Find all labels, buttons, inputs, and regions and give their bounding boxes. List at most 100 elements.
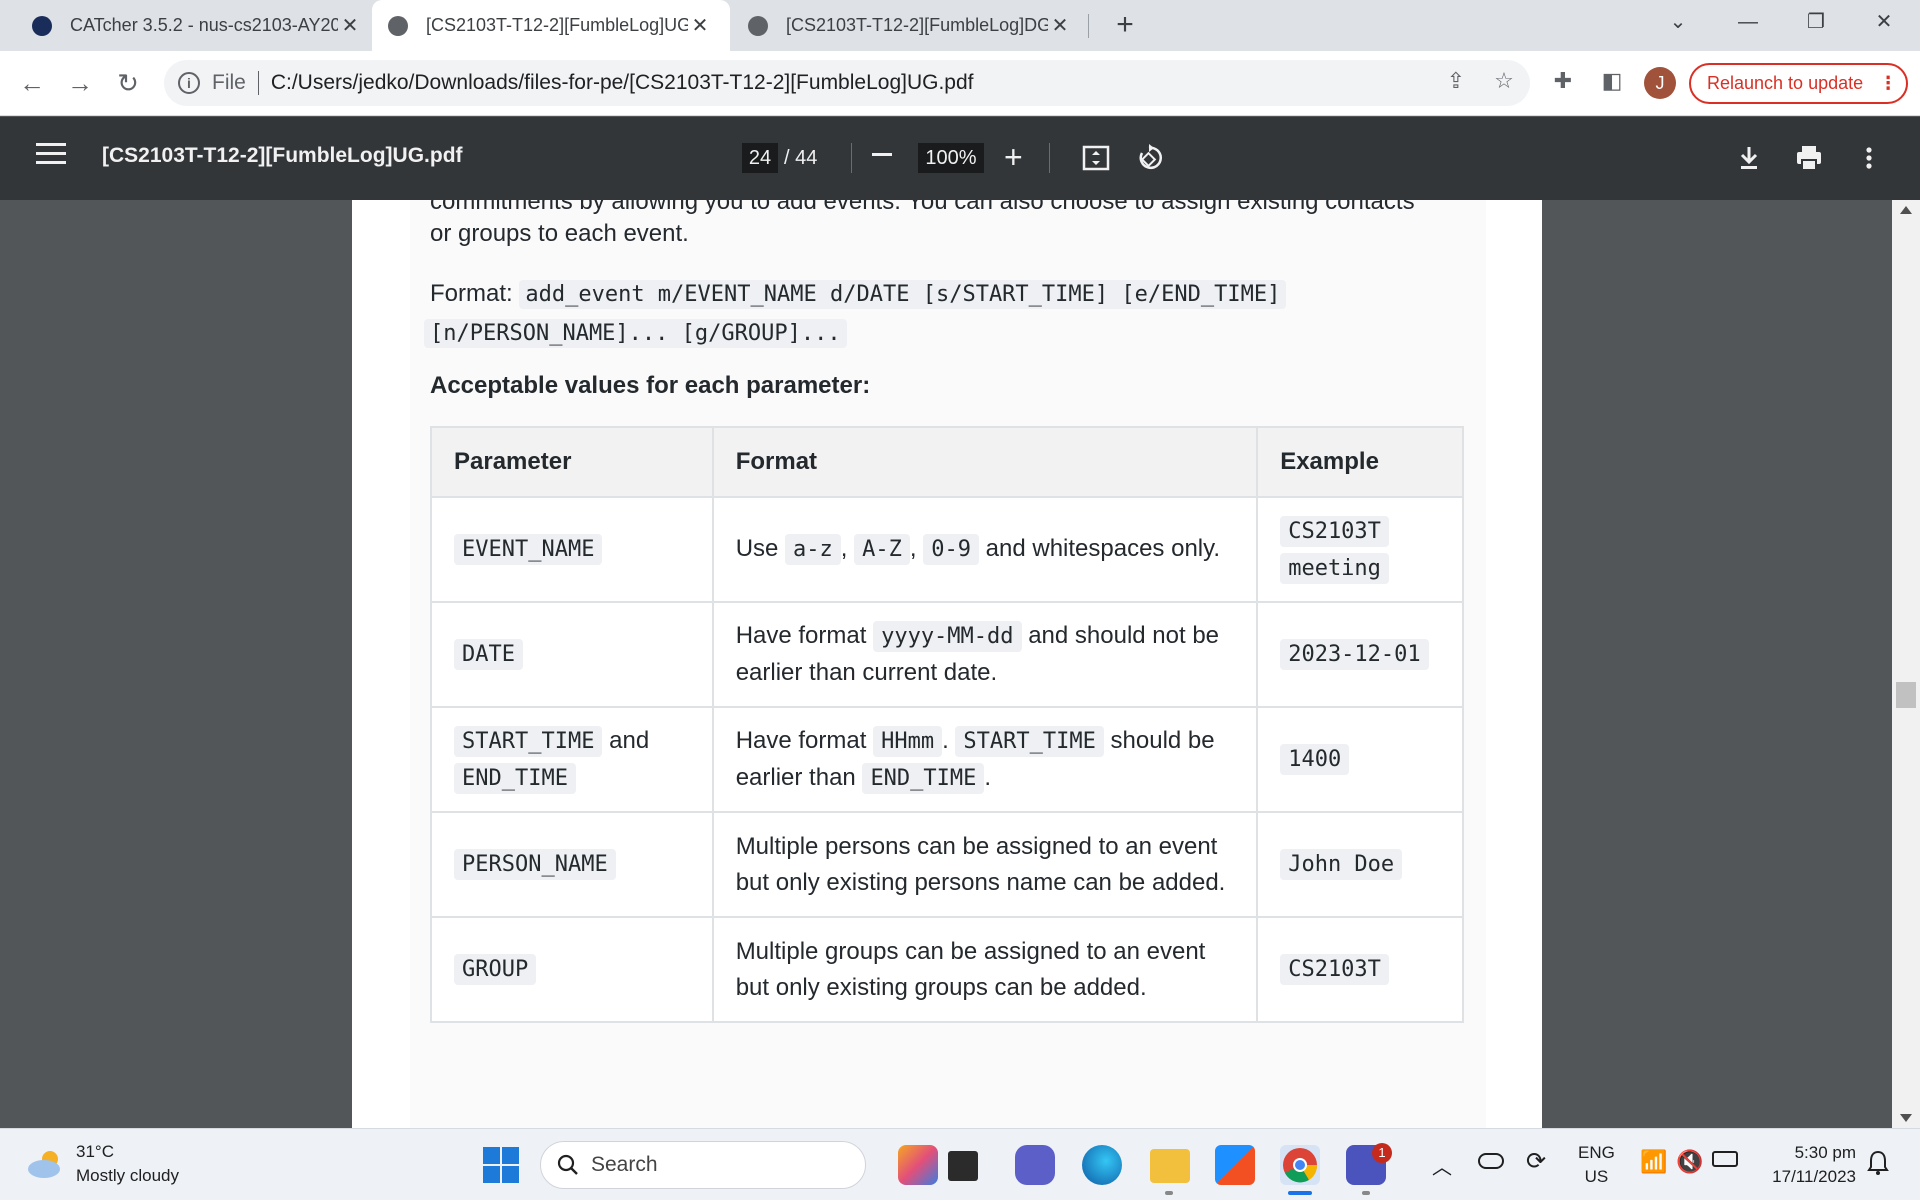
- param-cell: PERSON_NAME: [430, 811, 714, 918]
- format-code: A-Z: [854, 534, 910, 565]
- close-window-button[interactable]: ✕: [1854, 0, 1914, 44]
- zoom-out-button[interactable]: [872, 153, 892, 156]
- taskbar-search[interactable]: Search: [540, 1141, 866, 1189]
- avatar[interactable]: J: [1644, 67, 1676, 99]
- tab-title: [CS2103T-T12-2][FumbleLog]DG.pdf: [786, 15, 1048, 35]
- wifi-icon[interactable]: 📶: [1640, 1149, 1667, 1175]
- new-tab-button[interactable]: +: [1108, 9, 1142, 43]
- zoom-level-input[interactable]: 100%: [918, 143, 984, 173]
- system-clock[interactable]: 5:30 pm 17/11/2023: [1756, 1141, 1856, 1189]
- search-icon: [557, 1154, 578, 1175]
- sync-icon[interactable]: ⟳: [1526, 1147, 1546, 1176]
- param-code: GROUP: [454, 954, 537, 985]
- menu-icon[interactable]: [36, 143, 66, 171]
- fit-page-icon[interactable]: [1079, 141, 1113, 175]
- example-code: 1400: [1280, 744, 1350, 775]
- format-code: yyyy-MM-dd: [873, 621, 1022, 652]
- weather-temperature[interactable]: 31°C: [76, 1142, 114, 1162]
- back-button[interactable]: ←: [14, 65, 50, 101]
- url-text[interactable]: C:/Users/jedko/Downloads/files-for-pe/[C…: [271, 71, 974, 95]
- scroll-up-arrow-icon[interactable]: [1900, 206, 1912, 214]
- table-row: DATE Have format yyyy-MM-dd and should n…: [430, 601, 1464, 708]
- page-number-input[interactable]: 24: [742, 143, 778, 173]
- windows-taskbar: 31°C Mostly cloudy Search 1 ︿ ⟳ ENG US 📶…: [0, 1128, 1920, 1200]
- tab-title: CATcher 3.5.2 - nus-cs2103-AY2023: [70, 15, 338, 35]
- pdf-toolbar: [CS2103T-T12-2][FumbleLog]UG.pdf 24 / 44…: [0, 117, 1920, 200]
- running-indicator: [1165, 1191, 1173, 1195]
- teams-chat-icon[interactable]: [1015, 1145, 1055, 1185]
- extensions-icon[interactable]: ✚: [1548, 66, 1578, 96]
- speaker-muted-icon[interactable]: 🔇: [1676, 1149, 1703, 1175]
- weather-description[interactable]: Mostly cloudy: [76, 1166, 179, 1186]
- format-cell: Have format HHmm. START_TIME should be e…: [711, 706, 1259, 813]
- reload-button[interactable]: ↻: [110, 65, 146, 101]
- globe-icon: [388, 15, 408, 36]
- chrome-active-tile[interactable]: [1280, 1145, 1320, 1185]
- more-vert-icon: ⋮: [1879, 73, 1897, 93]
- format-code: START_TIME: [955, 725, 1104, 757]
- start-button[interactable]: [483, 1147, 519, 1183]
- microsoft-store-icon[interactable]: [1215, 1145, 1255, 1185]
- onedrive-icon[interactable]: [1478, 1153, 1504, 1169]
- file-explorer-icon[interactable]: [1150, 1149, 1190, 1183]
- download-icon[interactable]: [1732, 141, 1766, 175]
- pdf-document-area[interactable]: commitments by allowing you to add event…: [0, 200, 1920, 1128]
- rotate-icon[interactable]: [1132, 141, 1166, 175]
- side-panel-icon[interactable]: ◧: [1597, 66, 1627, 96]
- format-code: HHmm: [873, 725, 943, 757]
- bookmark-star-icon[interactable]: ☆: [1489, 66, 1519, 96]
- tab-dg-pdf[interactable]: [CS2103T-T12-2][FumbleLog]DG.pdf ✕: [730, 0, 1088, 51]
- address-bar[interactable]: i File C:/Users/jedko/Downloads/files-fo…: [164, 60, 1530, 106]
- format-text: .: [942, 726, 956, 754]
- copilot-preview-icon[interactable]: [898, 1145, 938, 1185]
- param-code: PERSON_NAME: [454, 849, 616, 880]
- tab-catcher[interactable]: CATcher 3.5.2 - nus-cs2103-AY2023 ✕: [20, 0, 372, 51]
- scrollbar-thumb[interactable]: [1896, 682, 1916, 708]
- vertical-scrollbar[interactable]: [1892, 200, 1920, 1128]
- scroll-down-arrow-icon[interactable]: [1900, 1114, 1912, 1122]
- more-vert-icon[interactable]: [1852, 141, 1886, 175]
- format-text: .: [984, 763, 992, 791]
- active-indicator: [1288, 1191, 1312, 1195]
- region-code: US: [1584, 1167, 1609, 1186]
- table-row: START_TIME and END_TIME Have format HHmm…: [430, 706, 1464, 813]
- minimize-button[interactable]: —: [1718, 0, 1778, 44]
- tab-search-chevron-icon[interactable]: ⌄: [1648, 0, 1708, 44]
- restore-button[interactable]: ❐: [1786, 0, 1846, 44]
- page-total: / 44: [784, 147, 818, 169]
- task-view-icon[interactable]: [948, 1151, 978, 1181]
- notification-bell-icon[interactable]: [1866, 1149, 1890, 1177]
- param-cell: GROUP: [430, 916, 714, 1023]
- browser-tab-strip: CATcher 3.5.2 - nus-cs2103-AY2023 ✕ [CS2…: [0, 0, 1920, 51]
- language-indicator[interactable]: ENG US: [1578, 1141, 1615, 1189]
- format-label: Format:: [430, 280, 513, 307]
- info-icon[interactable]: i: [178, 72, 200, 94]
- forward-button[interactable]: →: [62, 65, 98, 101]
- catcher-favicon-icon: [32, 15, 52, 36]
- param-cell: DATE: [430, 601, 714, 708]
- zoom-in-button[interactable]: +: [1004, 141, 1023, 173]
- format-cell: Use a-z, A-Z, 0-9 and whitespaces only.: [711, 496, 1259, 603]
- example-cell: CS2103T: [1256, 916, 1464, 1023]
- table-header-row: Parameter Format Example: [430, 426, 1464, 498]
- toolbar-divider: [851, 143, 852, 173]
- battery-icon[interactable]: [1712, 1151, 1738, 1167]
- close-icon[interactable]: ✕: [1048, 13, 1072, 38]
- example-cell: CS2103T meeting: [1256, 496, 1464, 603]
- print-icon[interactable]: [1792, 141, 1826, 175]
- format-text: and whitespaces only.: [978, 535, 1221, 562]
- param-cell: START_TIME and END_TIME: [430, 706, 714, 813]
- param-code: START_TIME: [454, 725, 603, 757]
- close-icon[interactable]: ✕: [338, 13, 362, 38]
- show-hidden-icons-chevron-icon[interactable]: ︿: [1432, 1151, 1452, 1180]
- clock-time: 5:30 pm: [1794, 1143, 1856, 1162]
- format-cell: Have format yyyy-MM-dd and should not be…: [711, 601, 1259, 708]
- share-icon[interactable]: ⇪: [1441, 66, 1471, 96]
- weather-cloud-sun-icon[interactable]: [26, 1147, 66, 1181]
- tab-ug-pdf[interactable]: [CS2103T-T12-2][FumbleLog]UG.pdf ✕: [372, 0, 730, 51]
- param-code: EVENT_NAME: [454, 534, 603, 565]
- table-row: EVENT_NAME Use a-z, A-Z, 0-9 and whitesp…: [430, 496, 1464, 603]
- close-icon[interactable]: ✕: [688, 13, 712, 38]
- relaunch-button[interactable]: Relaunch to update ⋮: [1689, 63, 1908, 104]
- edge-browser-icon[interactable]: [1082, 1145, 1122, 1185]
